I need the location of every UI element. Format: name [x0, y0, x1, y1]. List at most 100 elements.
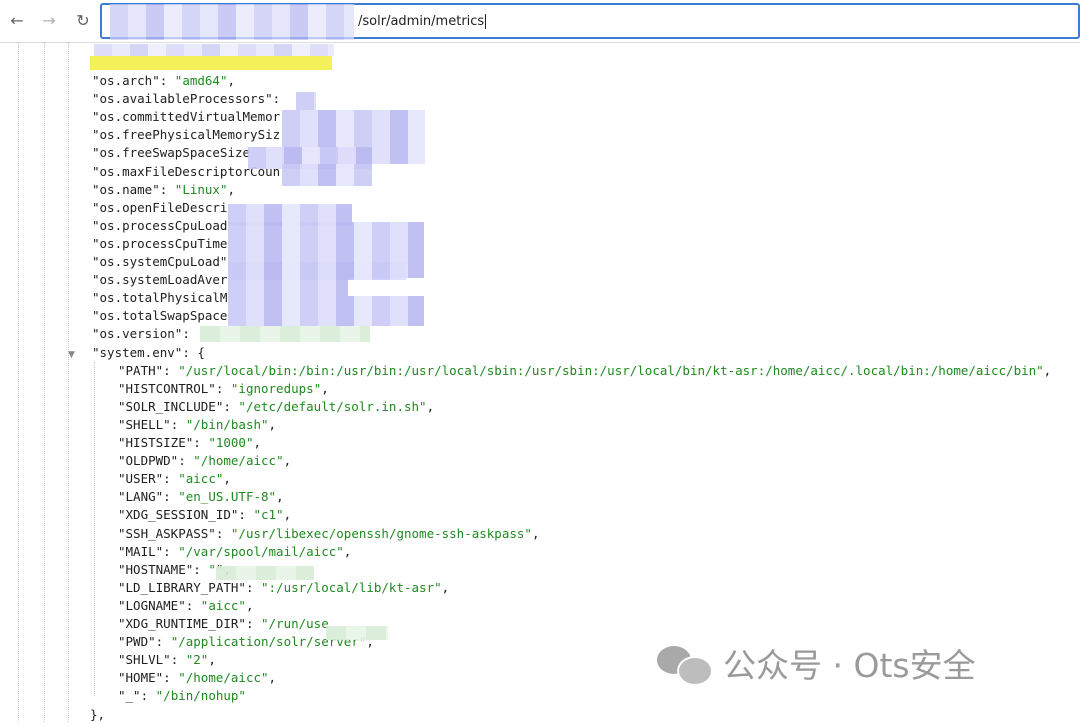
watermark-text: 公众号 · Ots安全: [723, 646, 976, 685]
json-line: "SSH_ASKPASS": "/usr/libexec/openssh/gno…: [118, 525, 539, 543]
json-terminator: ,: [1043, 362, 1052, 378]
json-key: "os.systemCpuLoad": [92, 254, 228, 269]
indent-guide: [94, 362, 95, 696]
json-terminator: ,: [227, 181, 236, 197]
json-value: "/var/spool/mail/aicc": [178, 543, 344, 559]
indent-guide: [18, 42, 19, 722]
json-line: "SHELL": "/bin/bash",: [118, 416, 276, 434]
json-key: "SHLVL": [118, 652, 171, 668]
json-line: },: [90, 706, 105, 724]
json-line: "HOSTNAME": "",: [118, 561, 231, 579]
json-terminator: ,: [268, 416, 277, 432]
json-value: "/run/use: [261, 616, 329, 631]
json-terminator: ,: [441, 579, 450, 595]
redacted-value: [326, 626, 388, 640]
json-line: "os.freePhysicalMemorySiz: [92, 126, 280, 144]
json-terminator: ,: [253, 435, 262, 450]
json-key: "_": [118, 688, 141, 704]
json-key: "os.processCpuTime: [92, 235, 228, 251]
json-key: "LD_LIBRARY_PATH": [118, 579, 246, 595]
json-separator: :: [159, 73, 175, 88]
json-separator: :: [185, 597, 201, 613]
json-line: "os.totalSwapSpace: [92, 307, 227, 325]
wechat-icon: [657, 642, 713, 686]
json-line: "os.processCpuLoad: [92, 217, 227, 235]
json-separator: :: [163, 543, 179, 559]
reload-icon[interactable]: ↻: [72, 10, 94, 32]
json-value: "/usr/libexec/openssh/gnome-ssh-askpass": [230, 525, 532, 541]
json-value: "en_US.UTF-8": [178, 489, 277, 505]
json-line: "OLDPWD": "/home/aicc",: [118, 452, 291, 470]
json-terminator: ,: [343, 543, 352, 559]
redacted-value: [282, 164, 372, 186]
json-value: "/etc/default/solr.in.sh": [238, 398, 427, 414]
json-key: "OLDPWD": [118, 453, 179, 469]
json-separator: :: [163, 489, 179, 505]
redacted-area: [94, 44, 334, 56]
json-value: "/home/aicc": [178, 670, 269, 686]
json-value: ": [208, 561, 216, 577]
json-key: "XDG_SESSION_ID": [118, 507, 239, 523]
json-key: "HOME": [118, 670, 164, 686]
json-separator: :: [215, 380, 231, 396]
json-key: "PWD": [118, 634, 156, 650]
json-separator: :: [182, 326, 190, 342]
json-key: "os.freePhysicalMemorySiz: [92, 127, 281, 143]
json-separator: : {: [182, 344, 205, 360]
json-value: "aicc": [178, 471, 224, 487]
json-key: "os.totalPhysicalM: [92, 290, 228, 306]
indent-guide: [68, 42, 69, 722]
json-key: "XDG_RUNTIME_DIR": [118, 616, 246, 631]
json-key: "os.availableProcessors": [92, 91, 273, 107]
json-value: "/home/aicc": [193, 453, 284, 469]
json-key: "os.processCpuLoad: [92, 217, 228, 233]
json-key: "system.env": [92, 344, 183, 360]
json-key: "USER": [118, 471, 164, 487]
json-key: "HISTSIZE": [118, 435, 194, 450]
json-value: "aicc": [200, 597, 246, 613]
json-value: "/bin/bash": [185, 416, 269, 432]
json-terminator: ,: [223, 471, 231, 487]
json-line: "os.version":: [92, 325, 190, 343]
back-icon[interactable]: ←: [6, 10, 28, 32]
json-separator: :: [178, 453, 194, 469]
json-line: "os.processCpuTime: [92, 235, 227, 253]
json-separator: :: [155, 634, 171, 650]
json-key: "SSH_ASKPASS": [118, 525, 216, 541]
json-key: "os.openFileDescri: [92, 199, 228, 215]
json-value: "1000": [208, 435, 254, 450]
redacted-host: [110, 4, 354, 40]
json-line: "_": "/bin/nohup": [118, 687, 246, 705]
json-line: "os.arch": "amd64",: [92, 72, 235, 90]
redacted-value: [216, 566, 314, 580]
json-separator: :: [159, 181, 175, 197]
json-line: "os.name": "Linux",: [92, 181, 235, 199]
browser-toolbar: ← → ↻ /solr/admin/metrics: [0, 0, 1080, 43]
watermark: 公众号 · Ots安全: [657, 640, 976, 686]
json-key: "LANG": [118, 489, 164, 505]
json-line: "HOME": "/home/aicc",: [118, 669, 276, 687]
json-terminator: ,: [426, 398, 435, 414]
json-line: "XDG_SESSION_ID": "c1",: [118, 506, 291, 524]
json-line: "os.systemCpuLoad": [92, 253, 227, 271]
json-key: "MAIL": [118, 543, 164, 559]
json-separator: :: [238, 507, 254, 523]
collapse-toggle-icon[interactable]: ▼: [68, 350, 75, 360]
indent-guide: [44, 42, 45, 722]
json-separator: :: [170, 652, 186, 668]
json-line: "HISTSIZE": "1000",: [118, 434, 261, 452]
json-line: "SOLR_INCLUDE": "/etc/default/solr.in.sh…: [118, 398, 434, 416]
json-value: ":/usr/local/lib/kt-asr": [261, 579, 442, 595]
json-value: "Linux": [174, 181, 228, 197]
json-separator: :: [245, 579, 261, 595]
json-key: "os.systemLoadAver: [92, 272, 228, 288]
json-separator: :: [163, 362, 179, 378]
forward-icon[interactable]: →: [38, 10, 60, 32]
json-terminator: ,: [245, 597, 254, 613]
json-separator: :: [272, 91, 281, 107]
json-key: "os.freeSwapSpaceSize: [92, 145, 251, 161]
redacted-value: [228, 296, 424, 326]
url-text: /solr/admin/metrics: [358, 14, 487, 29]
json-key: "os.version": [92, 326, 183, 342]
json-line: "os.availableProcessors":: [92, 90, 280, 108]
